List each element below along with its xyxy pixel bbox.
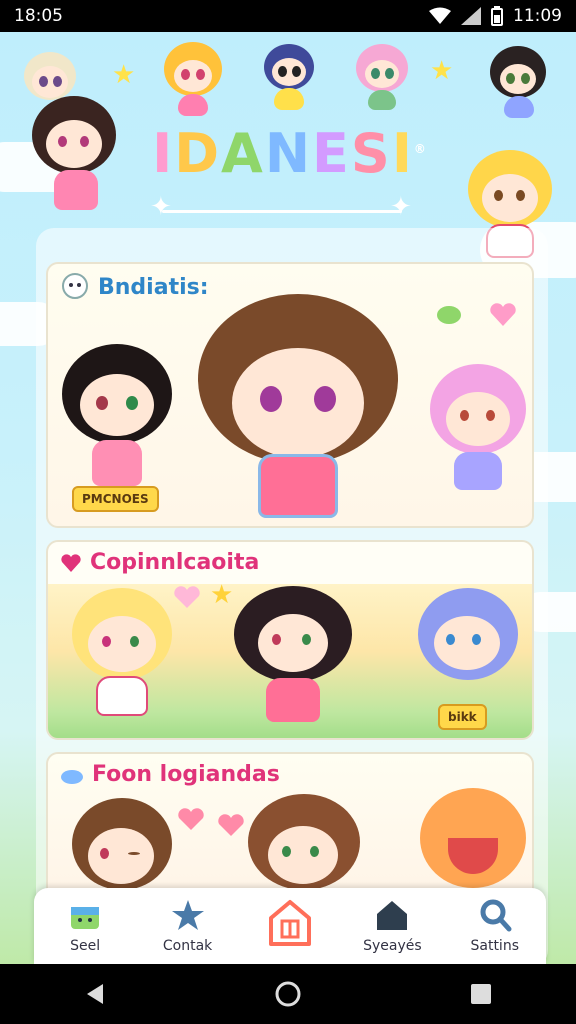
nav-item-contak[interactable]: Contak	[140, 890, 236, 962]
signal-icon	[461, 7, 481, 25]
leaf-icon	[437, 306, 461, 324]
chibi-character[interactable]	[228, 586, 358, 726]
sparkle-icon: ✦	[390, 192, 412, 222]
status-icons: 11:09	[429, 6, 562, 26]
chibi-character	[262, 44, 316, 116]
logo-underline	[162, 210, 402, 213]
nav-item-home[interactable]	[242, 890, 338, 962]
chibi-character[interactable]	[414, 588, 524, 718]
chibi-character	[158, 42, 228, 122]
nav-item-syeayes[interactable]: Syeayés	[344, 890, 440, 962]
chibi-character[interactable]	[428, 364, 528, 504]
card-header: Bndiatis:	[60, 272, 209, 302]
card-title: Foon logiandas	[92, 762, 280, 787]
heart-icon	[490, 303, 516, 326]
home-icon	[268, 900, 311, 946]
home-circle-icon[interactable]	[274, 980, 302, 1008]
cloud-icon	[61, 769, 83, 784]
heart-icon	[174, 586, 200, 608]
system-navigation-bar	[0, 964, 576, 1024]
star-icon: ★	[210, 580, 234, 610]
wifi-icon	[429, 7, 451, 24]
sparkle-icon: ★	[112, 60, 136, 90]
character-sign: PMCNOES	[72, 486, 159, 512]
app-screen: ★ ★ ✦ ✦ IDANESI® Bndiatis: PMCNOES Copin…	[0, 32, 576, 964]
battery-icon	[491, 6, 503, 26]
nav-item-seel[interactable]: Seel	[37, 890, 133, 962]
heart-icon	[218, 814, 244, 836]
ghost-icon	[62, 273, 88, 299]
gift-icon	[71, 907, 100, 929]
chibi-character-main[interactable]	[188, 294, 408, 524]
chibi-character	[352, 44, 412, 116]
nav-item-sattins[interactable]: Sattins	[447, 890, 543, 962]
status-bar: 18:05 11:09	[0, 0, 576, 32]
clock-left: 18:05	[14, 6, 63, 26]
search-icon	[480, 899, 512, 932]
back-icon[interactable]	[83, 982, 107, 1006]
heart-icon	[178, 808, 204, 830]
card-header: Foon logiandas	[60, 762, 280, 787]
chibi-character	[26, 96, 126, 216]
clock-right: 11:09	[513, 6, 562, 26]
sparkle-icon: ★	[430, 56, 454, 86]
card-companions[interactable]: Copinnlcaoita bikk ★	[46, 540, 534, 740]
card-featured[interactable]: Bndiatis: PMCNOES	[46, 262, 534, 528]
card-title: Copinnlcaoita	[90, 550, 260, 575]
app-logo: IDANESI®	[152, 122, 428, 185]
card-header: Copinnlcaoita	[60, 550, 259, 575]
sparkle-icon: ✦	[150, 192, 172, 222]
chibi-character	[486, 46, 550, 126]
bottom-navigation: Seel Contak Syeayés Sattins	[34, 888, 546, 964]
house-icon	[377, 901, 408, 930]
recents-icon[interactable]	[469, 982, 493, 1006]
chibi-character[interactable]	[68, 588, 178, 728]
star-icon	[171, 900, 204, 930]
character-sign: bikk	[438, 704, 487, 730]
chibi-character[interactable]	[58, 344, 178, 494]
heart-icon	[61, 553, 81, 572]
